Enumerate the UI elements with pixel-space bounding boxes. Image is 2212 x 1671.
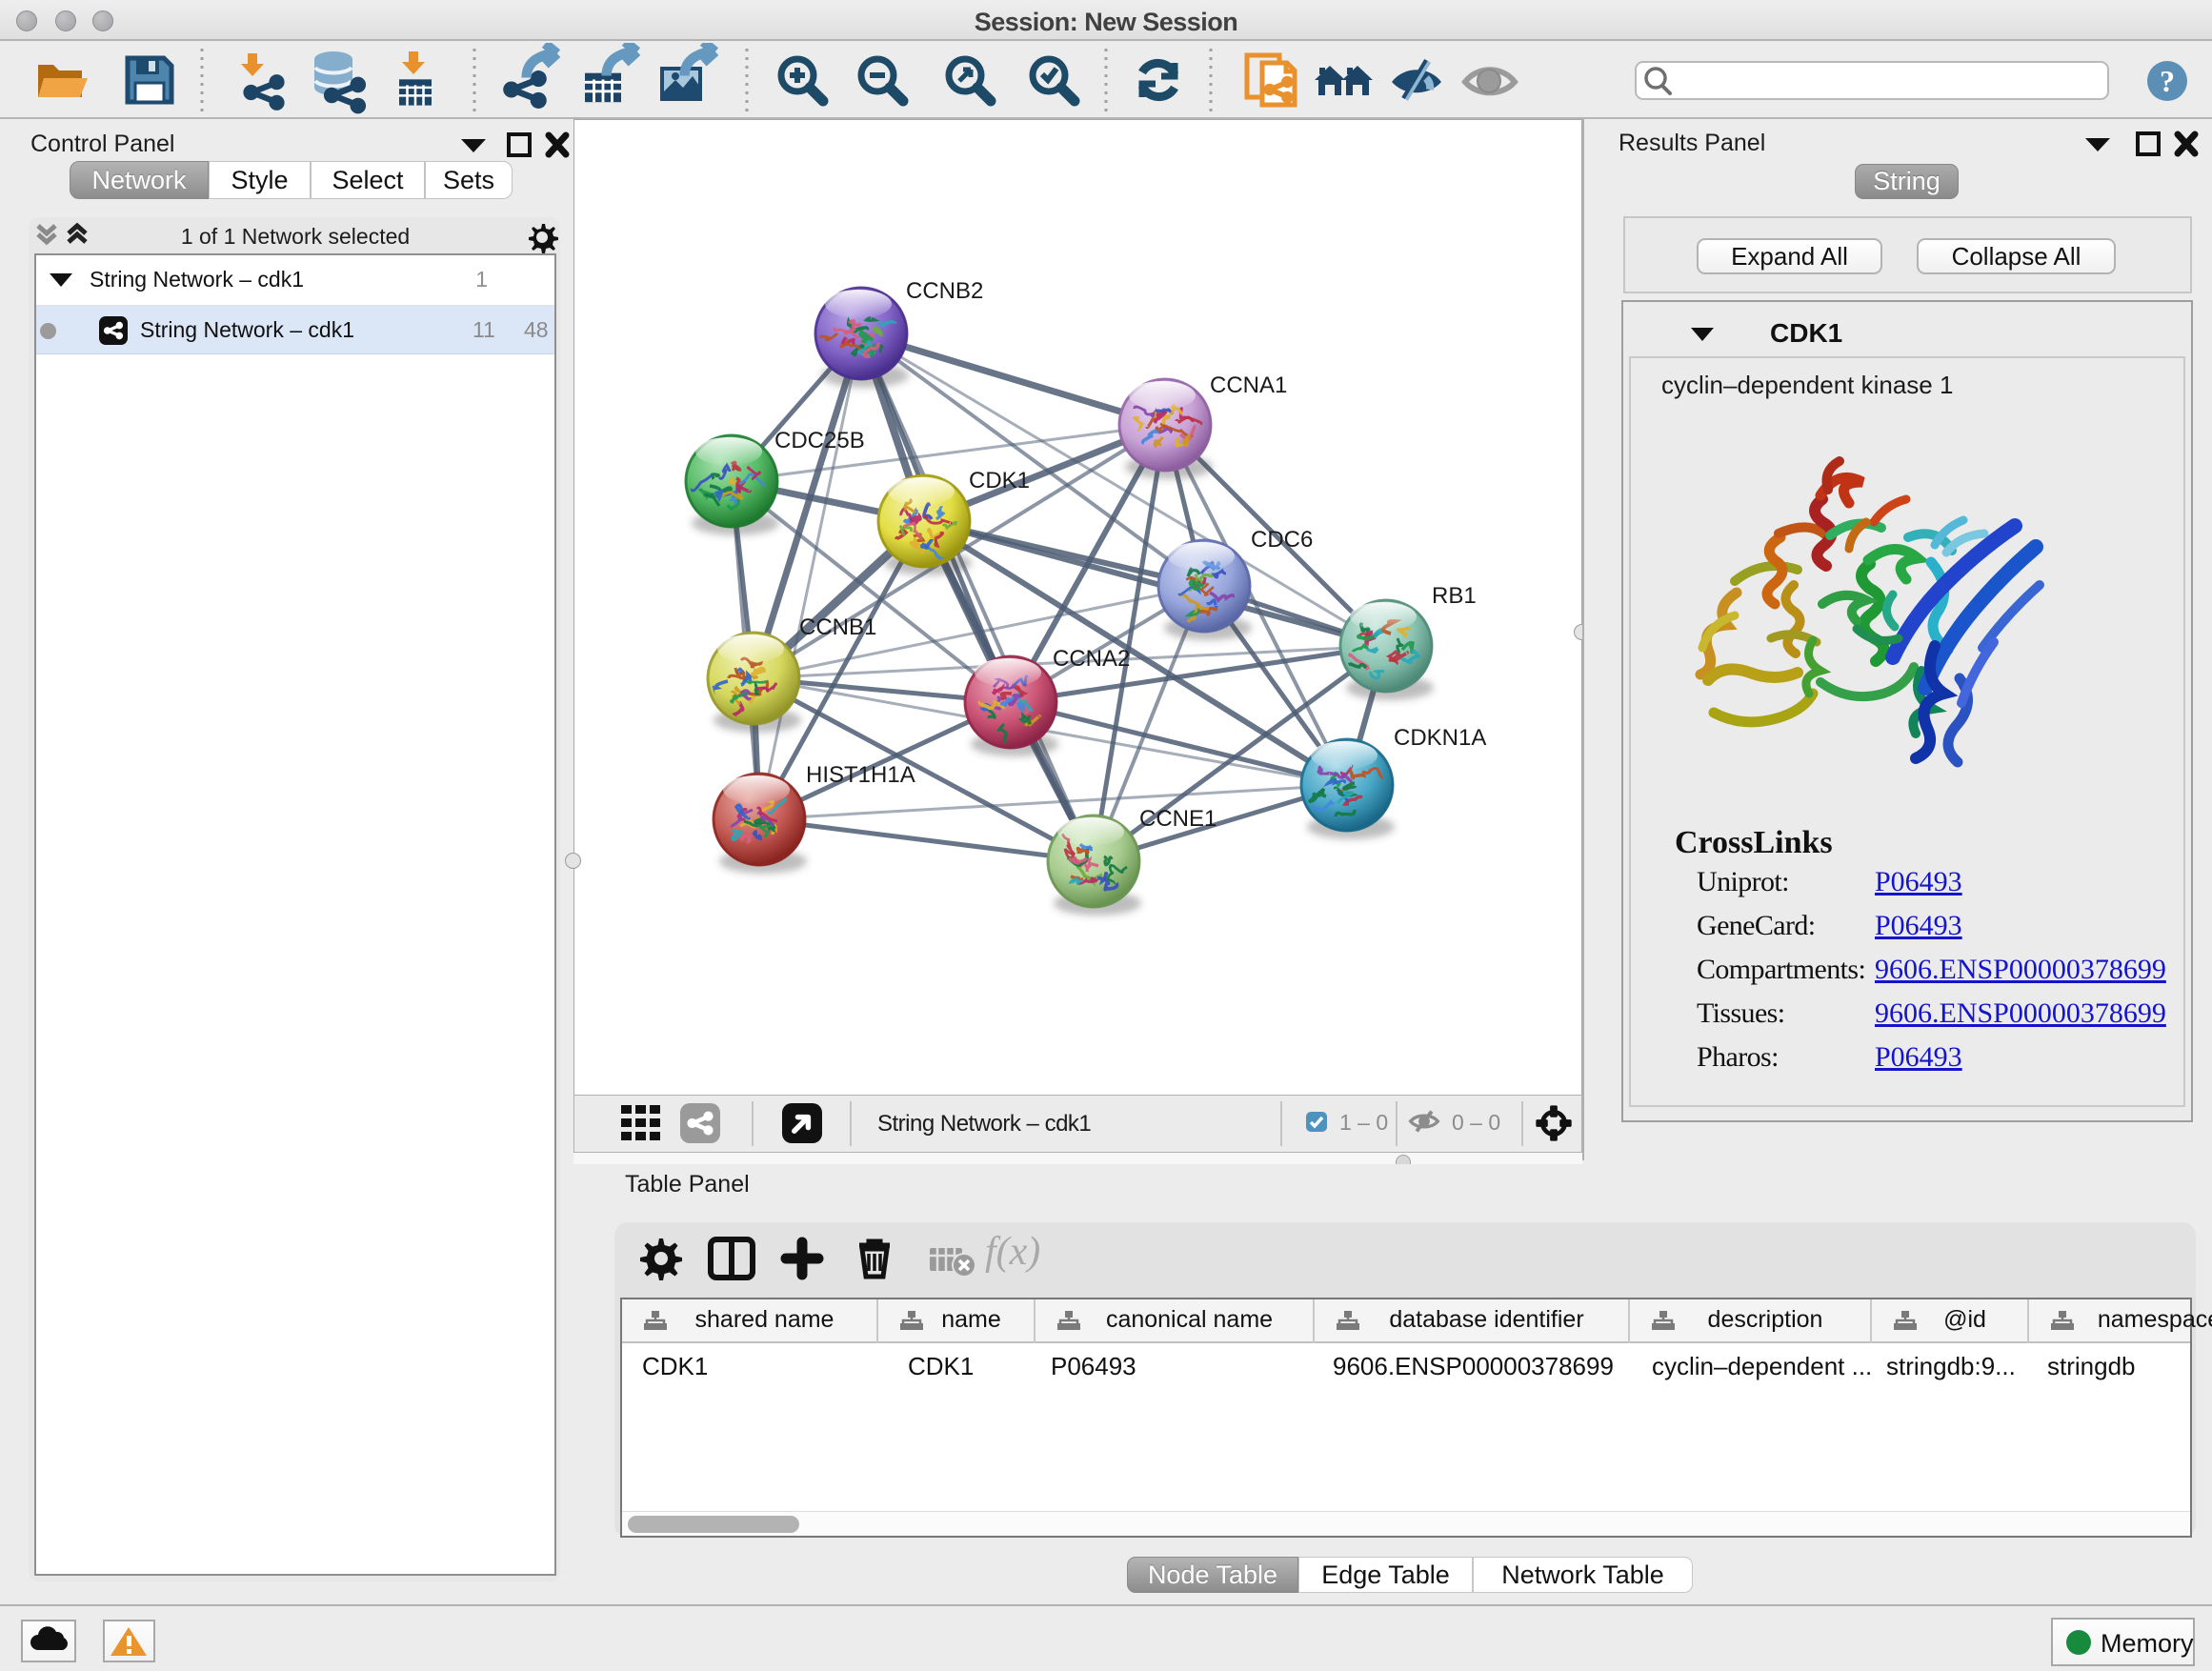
svg-text:CDK1: CDK1 bbox=[969, 468, 1030, 493]
svg-text:RB1: RB1 bbox=[1432, 583, 1477, 609]
svg-text:CDC25B: CDC25B bbox=[774, 428, 865, 453]
svg-text:CCNB2: CCNB2 bbox=[906, 278, 983, 304]
svg-text:CCNA1: CCNA1 bbox=[1210, 372, 1287, 398]
svg-text:CDKN1A: CDKN1A bbox=[1394, 725, 1486, 751]
svg-text:CCNE1: CCNE1 bbox=[1139, 806, 1217, 832]
svg-text:HIST1H1A: HIST1H1A bbox=[806, 762, 915, 788]
svg-text:CCNB1: CCNB1 bbox=[799, 614, 876, 640]
svg-text:CDC6: CDC6 bbox=[1251, 527, 1313, 553]
svg-text:CCNA2: CCNA2 bbox=[1053, 646, 1130, 672]
